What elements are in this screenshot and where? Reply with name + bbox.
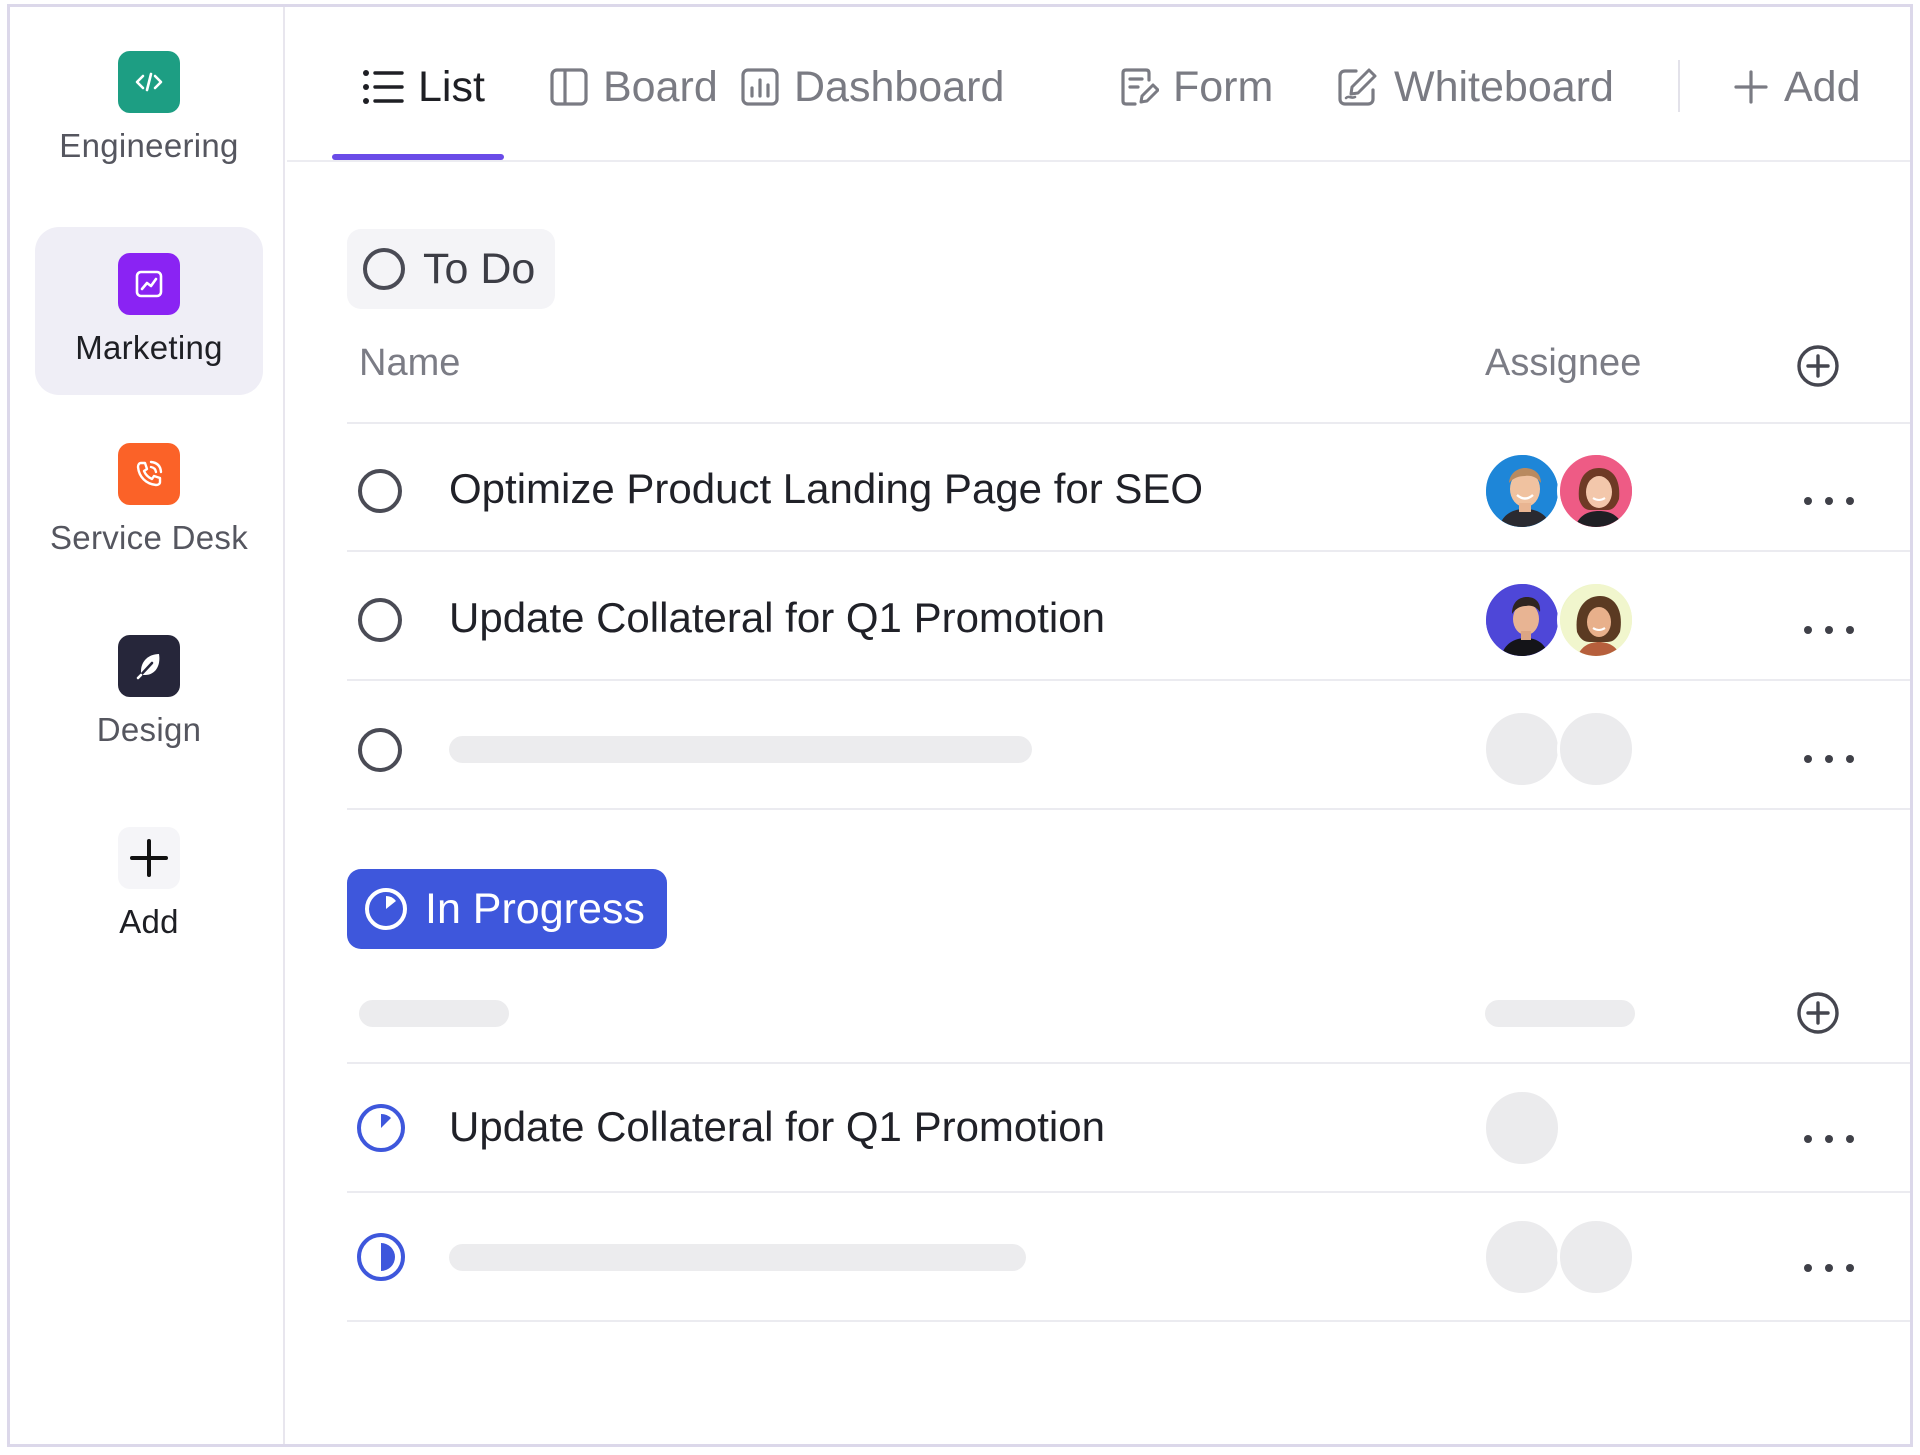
divider [347, 679, 1910, 681]
task-status-icon[interactable] [358, 598, 402, 642]
header-placeholder [1485, 1000, 1635, 1027]
column-header-assignee[interactable]: Assignee [1485, 342, 1641, 385]
view-tabs: List Board Dashboard Form Whiteboard Add [287, 7, 1910, 162]
feather-icon [118, 635, 180, 697]
add-column-icon[interactable] [1796, 991, 1840, 1035]
add-view-button[interactable]: Add [1732, 57, 1861, 117]
title-placeholder [449, 736, 1032, 763]
tab-whiteboard[interactable]: Whiteboard [1336, 57, 1614, 117]
column-header-cutoff: F [1912, 338, 1913, 381]
board-icon [549, 66, 589, 108]
avatar-placeholder [1483, 1218, 1561, 1296]
plus-icon [1732, 68, 1770, 106]
avatar-placeholder [1483, 1089, 1561, 1167]
row-more-menu[interactable] [1804, 491, 1854, 511]
space-label: Service Desk [50, 519, 248, 556]
list-icon [362, 67, 404, 107]
divider [347, 1320, 1910, 1322]
whiteboard-icon [1336, 66, 1380, 108]
code-icon [118, 51, 180, 113]
tab-label: Dashboard [794, 62, 1005, 111]
status-label: To Do [423, 244, 536, 293]
avatar-placeholder [1483, 710, 1561, 788]
space-engineering[interactable]: Engineering [35, 25, 263, 193]
avatar-placeholder [1557, 710, 1635, 788]
status-open-icon [363, 248, 405, 290]
half-done-icon[interactable] [356, 1232, 406, 1282]
form-icon [1119, 66, 1159, 108]
space-label: Engineering [59, 127, 239, 164]
avatar[interactable] [1483, 581, 1561, 659]
task-status-icon[interactable] [358, 728, 402, 772]
space-marketing[interactable]: Marketing [35, 227, 263, 395]
divider [347, 1191, 1910, 1193]
task-status-icon[interactable] [358, 469, 402, 513]
tab-board[interactable]: Board [549, 57, 718, 117]
chart-line-icon [118, 253, 180, 315]
tab-label: Form [1173, 62, 1274, 111]
plus-icon [118, 827, 180, 889]
avatar-placeholder [1557, 1218, 1635, 1296]
tab-divider [1678, 60, 1680, 112]
app-frame: Engineering Marketing Service Desk Desig… [7, 4, 1913, 1447]
divider [347, 422, 1910, 424]
add-space-button[interactable]: Add [35, 801, 263, 969]
active-tab-indicator [332, 154, 504, 160]
avatar[interactable] [1557, 581, 1635, 659]
space-label: Marketing [75, 329, 223, 366]
row-more-menu[interactable] [1804, 749, 1854, 769]
header-placeholder [359, 1000, 509, 1027]
row-more-menu[interactable] [1804, 620, 1854, 640]
tab-label: List [418, 62, 485, 111]
in-progress-icon[interactable] [356, 1103, 406, 1153]
space-service-desk[interactable]: Service Desk [35, 417, 263, 585]
avatar[interactable] [1557, 452, 1635, 530]
title-placeholder [449, 1244, 1026, 1271]
add-column-icon[interactable] [1796, 344, 1840, 388]
tab-label: Board [603, 62, 718, 111]
divider [347, 550, 1910, 552]
in-progress-icon [363, 886, 409, 932]
status-group-todo[interactable]: To Do [347, 229, 556, 309]
status-group-in-progress[interactable]: In Progress [347, 869, 667, 949]
space-design[interactable]: Design [35, 609, 263, 777]
spaces-sidebar: Engineering Marketing Service Desk Desig… [10, 7, 285, 1444]
space-label: Add [119, 903, 179, 940]
list-view: To Do Name Assignee F Optimize Product L… [287, 162, 1910, 1444]
tab-list[interactable]: List [362, 57, 485, 117]
divider [347, 1062, 1910, 1064]
tab-label: Add [1784, 62, 1861, 111]
dashboard-icon [740, 66, 780, 108]
phone-icon [118, 443, 180, 505]
divider [347, 808, 1910, 810]
row-more-menu[interactable] [1804, 1129, 1854, 1149]
tab-label: Whiteboard [1394, 62, 1614, 111]
tab-form[interactable]: Form [1119, 57, 1273, 117]
task-title[interactable]: Update Collateral for Q1 Promotion [449, 594, 1105, 642]
status-label: In Progress [425, 884, 645, 933]
task-title[interactable]: Optimize Product Landing Page for SEO [449, 465, 1203, 513]
space-label: Design [96, 711, 202, 748]
row-more-menu[interactable] [1804, 1258, 1854, 1278]
column-header-name[interactable]: Name [359, 342, 460, 385]
task-title[interactable]: Update Collateral for Q1 Promotion [449, 1103, 1105, 1151]
avatar[interactable] [1483, 452, 1561, 530]
tab-dashboard[interactable]: Dashboard [740, 57, 1004, 117]
